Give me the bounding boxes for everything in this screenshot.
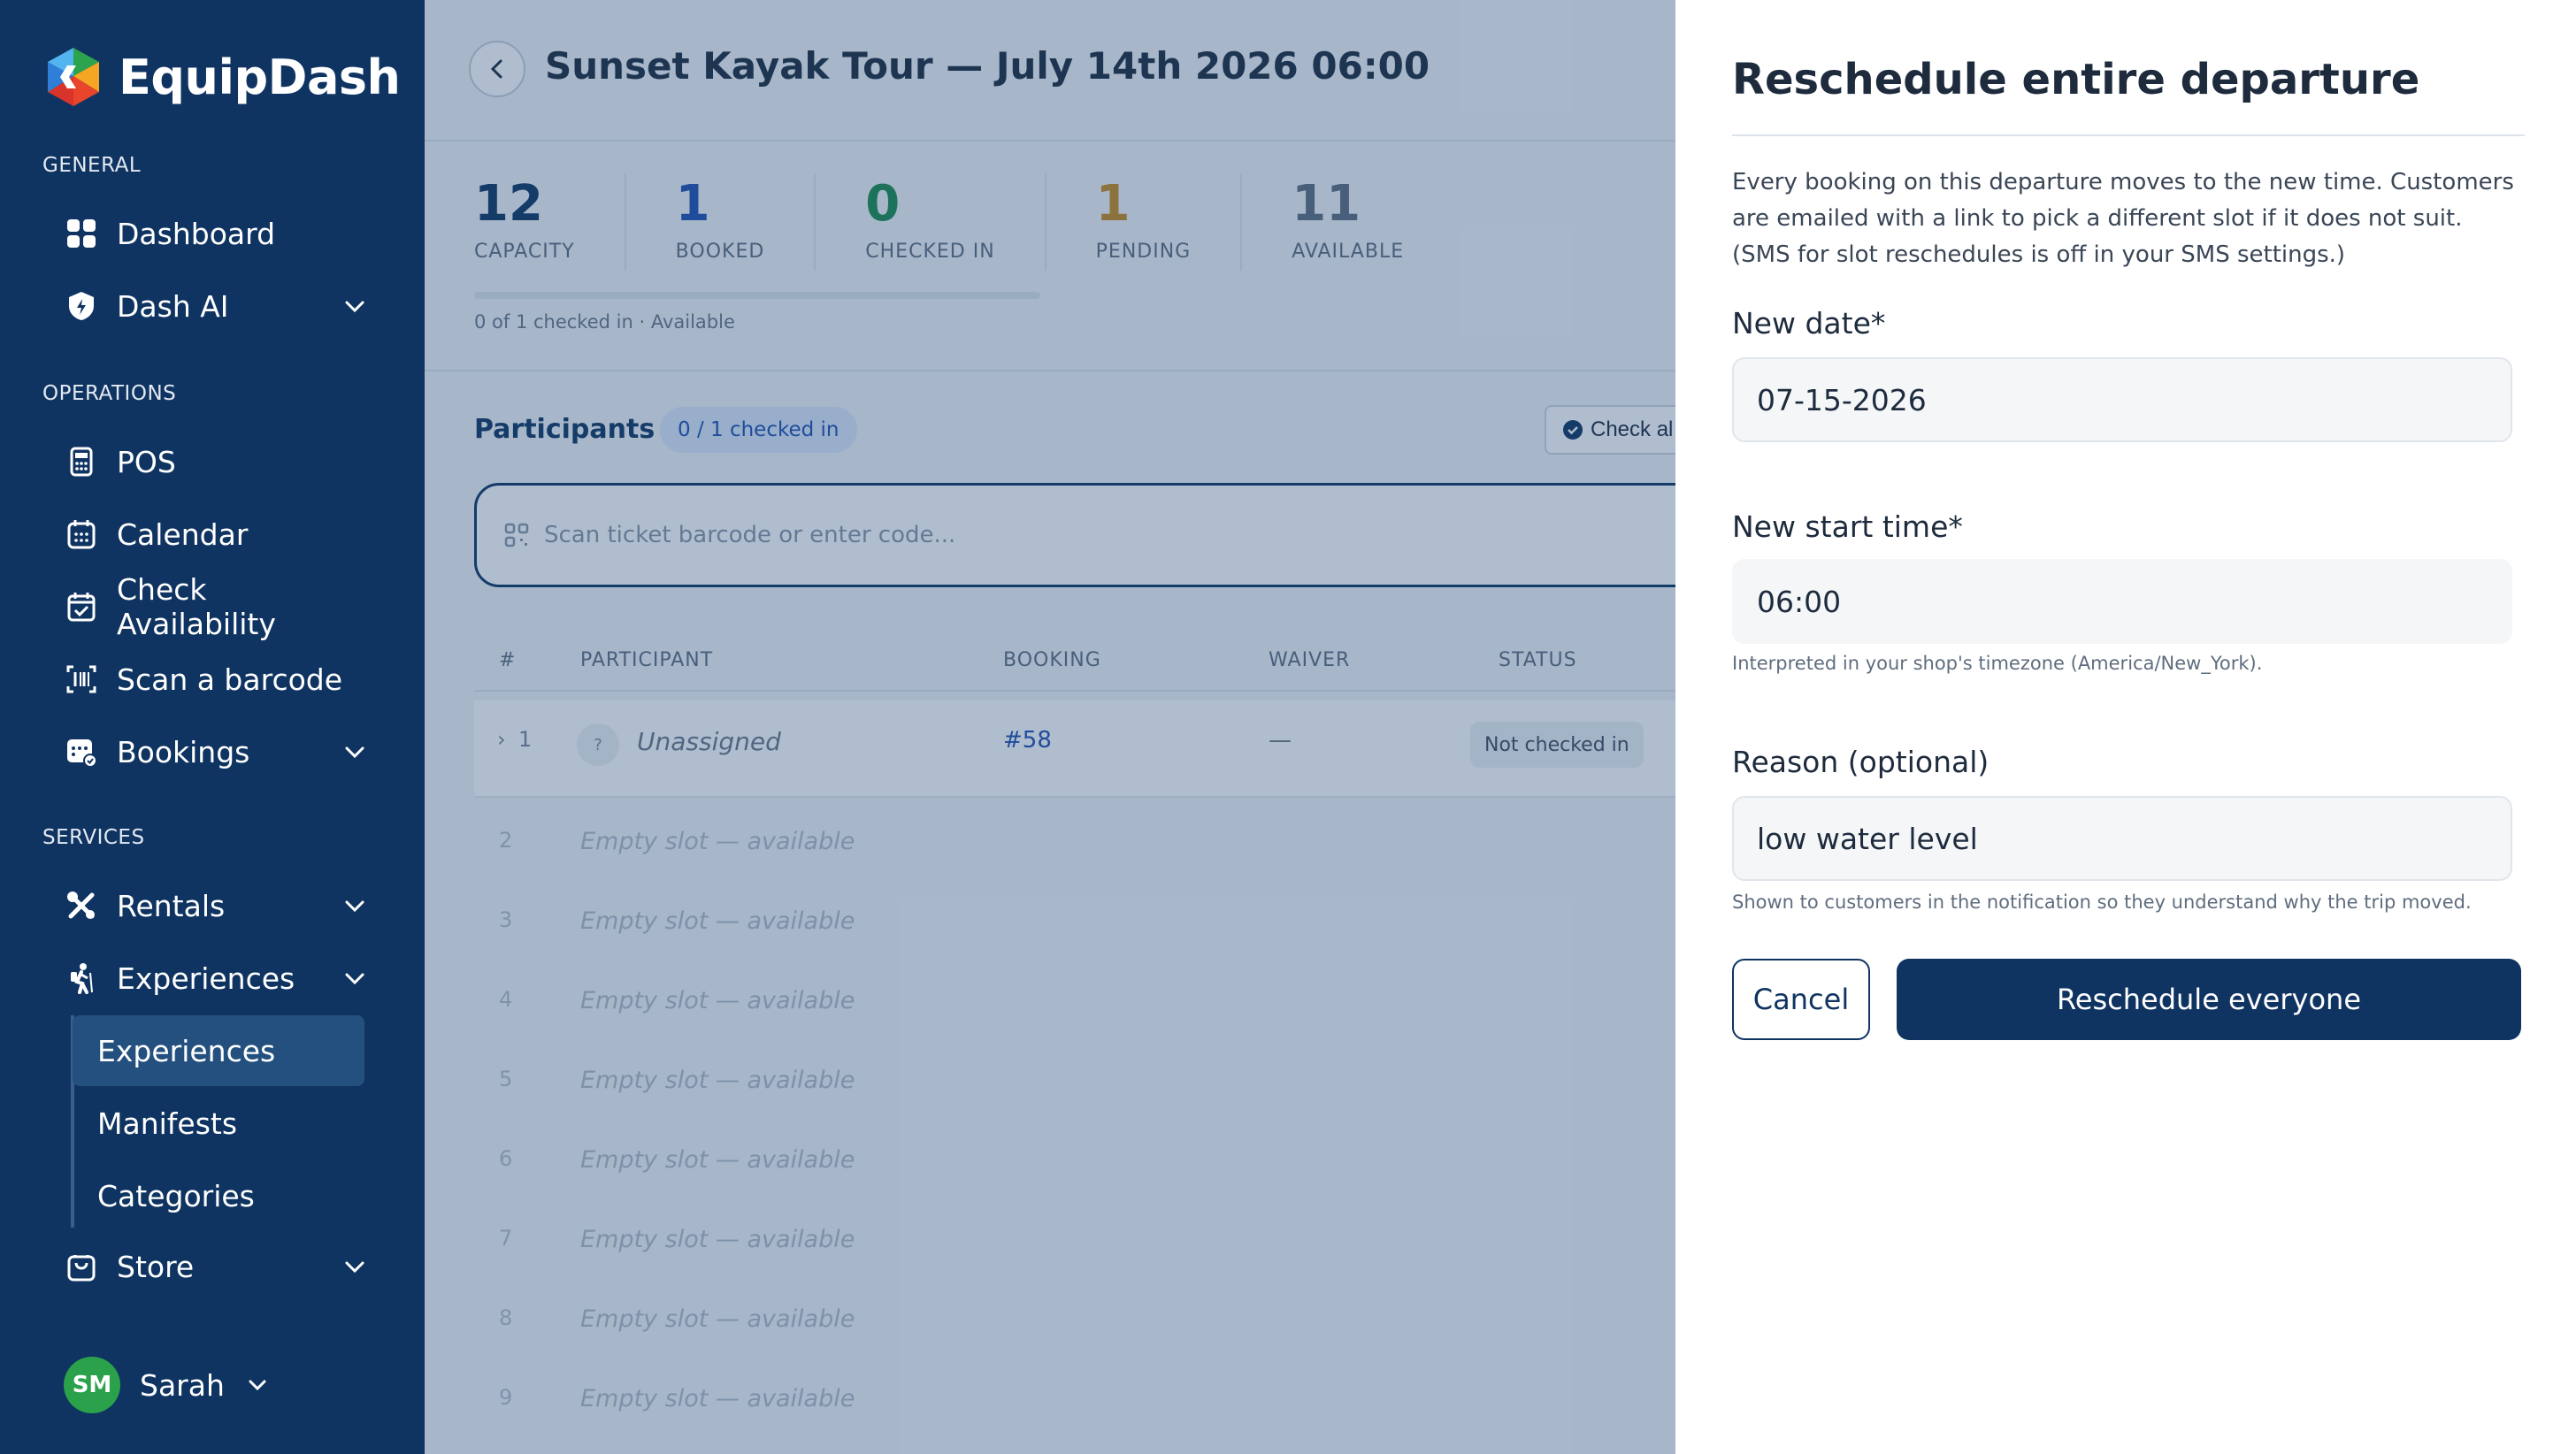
timezone-help-text: Interpreted in your shop's timezone (Ame… xyxy=(1732,653,2263,674)
sidebar: EquipDash GENERAL Dashboard Dash AI OPER… xyxy=(0,0,425,1454)
reschedule-everyone-button[interactable]: Reschedule everyone xyxy=(1897,959,2521,1040)
sidebar-item-label: Dash AI xyxy=(117,288,229,324)
brand-logo[interactable]: EquipDash xyxy=(41,44,401,110)
drawer-title: Reschedule entire departure xyxy=(1732,55,2420,104)
chevron-down-icon xyxy=(345,301,364,313)
sidebar-item-scan-barcode[interactable]: Scan a barcode xyxy=(64,651,368,708)
bookings-calendar-icon xyxy=(64,734,99,769)
sidebar-item-label: Scan a barcode xyxy=(117,662,343,697)
sidebar-subitem-manifests[interactable]: Manifests xyxy=(73,1088,364,1159)
sidebar-item-rentals[interactable]: Rentals xyxy=(64,877,368,934)
equipdash-logo-icon xyxy=(48,48,99,106)
sidebar-item-experiences[interactable]: Experiences xyxy=(64,950,368,1006)
section-label-services: SERVICES xyxy=(42,826,145,849)
chevron-down-icon xyxy=(345,746,364,759)
shopping-bag-icon xyxy=(64,1249,99,1284)
pos-terminal-icon xyxy=(64,444,99,479)
sidebar-item-label: Check Availability xyxy=(117,572,276,641)
modal-backdrop[interactable] xyxy=(425,0,1675,1454)
sidebar-item-label: Dashboard xyxy=(117,216,276,251)
avatar: SM xyxy=(64,1357,120,1413)
sidebar-item-label: Rentals xyxy=(117,888,226,923)
reason-help-text: Shown to customers in the notification s… xyxy=(1732,892,2472,913)
sidebar-item-label: Experiences xyxy=(117,960,295,996)
brand-name: EquipDash xyxy=(119,49,401,105)
sidebar-item-check-availability[interactable]: Check Availability xyxy=(64,572,368,641)
calendar-check-icon xyxy=(64,589,99,624)
user-name: Sarah xyxy=(140,1367,225,1403)
sidebar-item-label: Bookings xyxy=(117,734,250,769)
sidebar-item-store[interactable]: Store xyxy=(64,1238,368,1295)
dashboard-icon xyxy=(64,216,99,251)
hiker-icon xyxy=(64,960,99,996)
chevron-down-icon xyxy=(249,1380,266,1391)
reschedule-drawer: Reschedule entire departure Every bookin… xyxy=(1675,0,2576,1454)
new-start-time-label: New start time* xyxy=(1732,509,1963,544)
sidebar-item-calendar[interactable]: Calendar xyxy=(64,506,368,562)
chevron-down-icon xyxy=(345,1261,364,1274)
sidebar-item-label: POS xyxy=(117,444,176,479)
dash-ai-shield-icon xyxy=(64,288,99,324)
sidebar-item-bookings[interactable]: Bookings xyxy=(64,723,368,780)
sidebar-item-dash-ai[interactable]: Dash AI xyxy=(64,278,368,334)
section-label-general: GENERAL xyxy=(42,154,142,177)
reason-label: Reason (optional) xyxy=(1732,745,1990,779)
reason-field[interactable] xyxy=(1732,796,2512,881)
reason-input[interactable] xyxy=(1757,821,2482,856)
section-label-operations: OPERATIONS xyxy=(42,382,177,405)
chevron-down-icon xyxy=(345,900,364,913)
barcode-scan-icon xyxy=(64,662,99,697)
cancel-button[interactable]: Cancel xyxy=(1732,959,1870,1040)
drawer-description: Every booking on this departure moves to… xyxy=(1732,169,2514,268)
new-start-time-field[interactable] xyxy=(1732,559,2512,644)
sidebar-item-label: Store xyxy=(117,1249,195,1284)
sidebar-item-label: Calendar xyxy=(117,517,249,552)
calendar-icon xyxy=(64,517,99,552)
new-date-field[interactable] xyxy=(1732,357,2512,442)
new-start-time-input[interactable] xyxy=(1757,584,2482,619)
new-date-label: New date* xyxy=(1732,306,1886,341)
drawer-divider xyxy=(1732,134,2525,136)
chevron-down-icon xyxy=(345,973,364,985)
sidebar-item-dashboard[interactable]: Dashboard xyxy=(64,205,368,262)
rentals-tools-icon xyxy=(64,888,99,923)
user-menu[interactable]: SM Sarah xyxy=(64,1357,269,1413)
sidebar-item-pos[interactable]: POS xyxy=(64,433,368,490)
new-date-input[interactable] xyxy=(1757,382,2482,417)
sidebar-subitem-categories[interactable]: Categories xyxy=(73,1160,364,1231)
sidebar-subitem-experiences[interactable]: Experiences xyxy=(73,1015,364,1086)
